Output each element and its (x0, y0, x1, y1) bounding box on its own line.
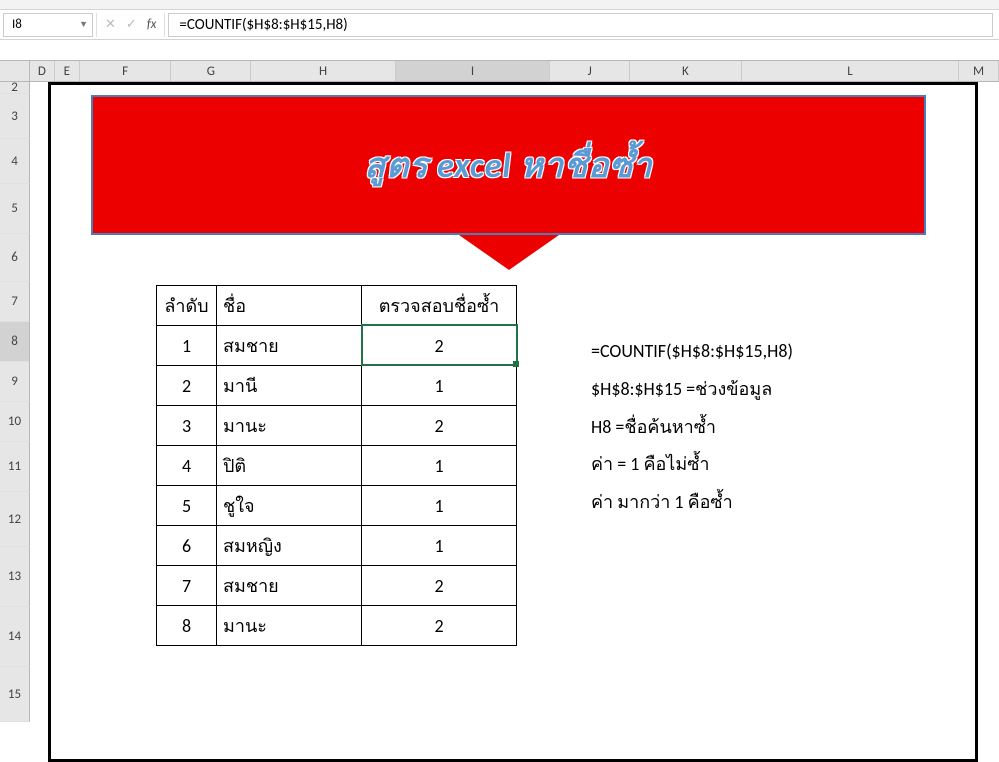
name-box[interactable]: I8 ▼ (3, 13, 93, 37)
name-box-value: I8 (12, 17, 22, 32)
column-header-M[interactable]: M (959, 61, 999, 81)
row-header-15[interactable]: 15 (0, 667, 30, 722)
formula-text: =COUNTIF($H$8:$H$15,H8) (179, 16, 347, 34)
chevron-down-icon[interactable]: ▼ (79, 19, 88, 30)
table-row: 7สมชาย2 (157, 566, 517, 606)
cell-count[interactable]: 1 (362, 366, 517, 406)
column-header-H[interactable]: H (251, 61, 396, 81)
formula-buttons: ✕ ✓ fx (96, 13, 165, 37)
explain-line: ค่า มากว่า 1 คือซ้ำ (591, 484, 793, 522)
cell-count[interactable]: 1 (362, 526, 517, 566)
cell-count[interactable]: 1 (362, 446, 517, 486)
enter-icon[interactable]: ✓ (126, 17, 137, 32)
header-count: ตรวจสอบชื่อซ้ำ (362, 286, 517, 326)
row-header-9[interactable]: 9 (0, 362, 30, 402)
row-headers: 23456789101112131415 (0, 82, 30, 722)
cell-index[interactable]: 3 (157, 406, 217, 446)
table-row: 5ชูใจ1 (157, 486, 517, 526)
cancel-icon[interactable]: ✕ (105, 17, 116, 32)
grid: 23456789101112131415 สูตร excel หาชื่อซ้… (0, 82, 999, 722)
explain-line: H8 =ชื่อค้นหาซ้ำ (591, 409, 793, 447)
table-row: 8มานะ2 (157, 606, 517, 646)
formula-bar: I8 ▼ ✕ ✓ fx =COUNTIF($H$8:$H$15,H8) (0, 10, 999, 40)
header-name: ชื่อ (217, 286, 362, 326)
cell-count[interactable]: 2 (362, 566, 517, 606)
column-header-F[interactable]: F (80, 61, 172, 81)
cell-index[interactable]: 2 (157, 366, 217, 406)
table-row: 6สมหญิง1 (157, 526, 517, 566)
row-header-3[interactable]: 3 (0, 94, 30, 139)
data-table: ลำดับ ชื่อ ตรวจสอบชื่อซ้ำ 1สมชาย22มานี13… (156, 285, 517, 646)
row-header-6[interactable]: 6 (0, 234, 30, 282)
table-row: 2มานี1 (157, 366, 517, 406)
header-index: ลำดับ (157, 286, 217, 326)
explain-line: $H$8:$H$15 =ช่วงข้อมูล (591, 371, 793, 409)
row-header-10[interactable]: 10 (0, 402, 30, 442)
cell-name[interactable]: มานะ (217, 606, 362, 646)
cell-index[interactable]: 8 (157, 606, 217, 646)
row-header-5[interactable]: 5 (0, 184, 30, 234)
row-header-2[interactable]: 2 (0, 82, 30, 94)
sheet-area[interactable]: สูตร excel หาชื่อซ้ำ ลำดับ ชื่อ ตรวจสอบช… (30, 82, 999, 722)
cell-name[interactable]: มานี (217, 366, 362, 406)
title-banner: สูตร excel หาชื่อซ้ำ (91, 95, 926, 263)
column-header-J[interactable]: J (550, 61, 630, 81)
row-header-4[interactable]: 4 (0, 139, 30, 184)
cell-index[interactable]: 7 (157, 566, 217, 606)
row-header-8[interactable]: 8 (0, 322, 30, 362)
column-header-I[interactable]: I (396, 61, 551, 81)
table-row: 3มานะ2 (157, 406, 517, 446)
page-border: สูตร excel หาชื่อซ้ำ ลำดับ ชื่อ ตรวจสอบช… (48, 82, 978, 762)
cell-index[interactable]: 1 (157, 326, 217, 366)
column-header-D[interactable]: D (30, 61, 55, 81)
banner-arrow-icon (459, 235, 559, 270)
cell-index[interactable]: 5 (157, 486, 217, 526)
explanation-text: =COUNTIF($H$8:$H$15,H8) $H$8:$H$15 =ช่วง… (591, 333, 793, 522)
cell-name[interactable]: สมหญิง (217, 526, 362, 566)
row-header-7[interactable]: 7 (0, 282, 30, 322)
cell-name[interactable]: สมชาย (217, 566, 362, 606)
fx-icon[interactable]: fx (147, 17, 157, 32)
table-header-row: ลำดับ ชื่อ ตรวจสอบชื่อซ้ำ (157, 286, 517, 326)
cell-name[interactable]: สมชาย (217, 326, 362, 366)
cell-count[interactable]: 2 (362, 326, 517, 366)
row-header-13[interactable]: 13 (0, 547, 30, 607)
column-header-G[interactable]: G (171, 61, 251, 81)
column-header-L[interactable]: L (742, 61, 959, 81)
column-header-K[interactable]: K (630, 61, 742, 81)
column-header-E[interactable]: E (55, 61, 80, 81)
table-row: 4ปิติ1 (157, 446, 517, 486)
cell-index[interactable]: 6 (157, 526, 217, 566)
row-header-14[interactable]: 14 (0, 607, 30, 667)
column-headers: DEFGHIJKLM (0, 60, 999, 82)
cell-count[interactable]: 2 (362, 606, 517, 646)
cell-name[interactable]: มานะ (217, 406, 362, 446)
ribbon-sliver (0, 0, 999, 10)
formula-input[interactable]: =COUNTIF($H$8:$H$15,H8) (168, 13, 993, 37)
select-all-corner[interactable] (0, 61, 30, 81)
banner-text: สูตร excel หาชื่อซ้ำ (364, 138, 652, 192)
cell-name[interactable]: ปิติ (217, 446, 362, 486)
row-header-12[interactable]: 12 (0, 492, 30, 547)
cell-count[interactable]: 1 (362, 486, 517, 526)
explain-line: ค่า = 1 คือไม่ซ้ำ (591, 446, 793, 484)
cell-count[interactable]: 2 (362, 406, 517, 446)
table-row: 1สมชาย2 (157, 326, 517, 366)
cell-index[interactable]: 4 (157, 446, 217, 486)
explain-line: =COUNTIF($H$8:$H$15,H8) (591, 333, 793, 371)
row-header-11[interactable]: 11 (0, 442, 30, 492)
cell-name[interactable]: ชูใจ (217, 486, 362, 526)
